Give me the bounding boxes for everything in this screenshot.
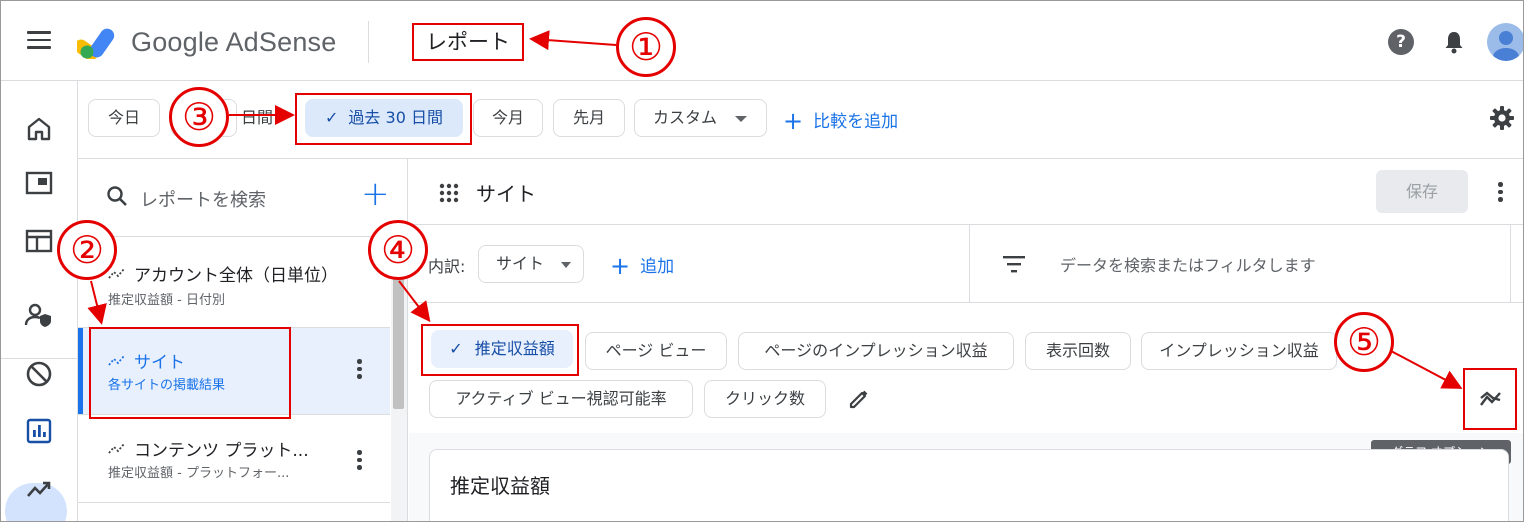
- report-item-subtitle: 推定収益額 - プラットフォー...: [108, 466, 290, 481]
- ads-icon[interactable]: [23, 225, 55, 257]
- date-chip-this-month[interactable]: 今月: [473, 99, 543, 137]
- filter-input[interactable]: データを検索またはフィルタします: [1060, 252, 1316, 276]
- dropdown-caret-icon: [735, 116, 747, 122]
- auto-report-icon: [108, 268, 125, 279]
- add-breakdown-label: 追加: [640, 257, 675, 277]
- breakdown-row: 内訳: サイト + 追加 データを検索またはフィルタします: [409, 225, 1523, 303]
- annotation-marker-5: ⑤: [1334, 312, 1394, 372]
- annotation-marker-1: ①: [616, 17, 676, 77]
- add-comparison-button[interactable]: + 比較を追加: [783, 102, 898, 139]
- report-title: サイト: [476, 182, 536, 206]
- filter-icon: [1003, 256, 1025, 273]
- add-breakdown-button[interactable]: + 追加: [610, 247, 674, 284]
- report-search[interactable]: レポートを検索 +: [78, 159, 408, 237]
- more-vert-icon[interactable]: [357, 450, 363, 473]
- add-comparison-label: 比較を追加: [813, 112, 899, 132]
- metric-chip-impression-rpm[interactable]: インプレッション収益: [1141, 332, 1337, 370]
- annotation-marker-4: ④: [368, 220, 428, 280]
- divider: [969, 225, 970, 303]
- metric-chip-active-view-viewable[interactable]: アクティブ ビュー視認可能率: [429, 380, 693, 418]
- chart-card: 推定収益額: [429, 449, 1509, 521]
- account-avatar[interactable]: [1487, 23, 1523, 61]
- date-chip-last-month[interactable]: 先月: [553, 99, 625, 137]
- chart-options-button[interactable]: [1463, 368, 1517, 430]
- help-icon[interactable]: ?: [1388, 29, 1414, 55]
- report-header: サイト 保存: [409, 159, 1523, 225]
- divider: [1510, 225, 1511, 303]
- breakdown-dropdown-value: サイト: [496, 254, 545, 273]
- breakdown-dropdown[interactable]: サイト: [478, 245, 584, 283]
- more-vert-icon[interactable]: [1498, 182, 1504, 205]
- top-app-bar: Google AdSense レポート ?: [1, 1, 1523, 81]
- dropdown-caret-icon: [561, 262, 571, 268]
- apps-grid-icon: [439, 183, 459, 203]
- report-item-account[interactable]: アカウント全体（日単位） 推定収益額 - 日付別: [78, 237, 390, 328]
- sites-icon[interactable]: [23, 167, 55, 199]
- report-item-title: コンテンツ プラット...: [134, 441, 309, 461]
- date-chip-today[interactable]: 今日: [88, 99, 160, 137]
- annotation-marker-2: ②: [57, 220, 117, 280]
- settings-gear-icon[interactable]: [1489, 105, 1515, 131]
- adsense-reports-window: Google AdSense レポート ? 今日 日間 ✓ 過去 30 日間 今…: [0, 0, 1524, 522]
- date-chip-custom[interactable]: カスタム: [634, 99, 767, 137]
- hamburger-menu-icon[interactable]: [27, 31, 51, 51]
- notifications-bell-icon[interactable]: [1442, 29, 1466, 55]
- report-item-subtitle: 推定収益額 - 日付別: [108, 293, 225, 308]
- reports-icon[interactable]: [23, 415, 55, 447]
- search-icon: [107, 186, 127, 206]
- brand-name: Google AdSense: [131, 27, 337, 57]
- page-title: レポート: [412, 23, 524, 61]
- more-vert-icon[interactable]: [357, 359, 363, 382]
- annotation-box-estimated-earnings: [421, 324, 579, 376]
- date-chip-days[interactable]: 日間: [241, 99, 273, 137]
- annotation-box-sites-report: [89, 327, 291, 419]
- report-item-content-platform[interactable]: コンテンツ プラット... 推定収益額 - プラットフォー...: [78, 415, 390, 503]
- home-icon[interactable]: [23, 113, 55, 145]
- header-divider: [368, 21, 369, 63]
- metric-chip-page-rpm[interactable]: ページのインプレッション収益: [738, 332, 1014, 370]
- create-report-plus-icon[interactable]: +: [361, 174, 390, 214]
- report-item-title: アカウント全体（日単位）: [134, 266, 338, 286]
- report-list-scrollbar-thumb[interactable]: [393, 277, 404, 409]
- privacy-messaging-icon[interactable]: [23, 299, 55, 331]
- active-report-indicator: [78, 328, 83, 414]
- annotation-marker-3: ③: [169, 87, 229, 147]
- user-silhouette-icon: [1493, 31, 1519, 61]
- adsense-logo: [77, 28, 115, 59]
- edit-metrics-pencil-icon[interactable]: [848, 388, 870, 410]
- report-search-placeholder: レポートを検索: [140, 190, 266, 211]
- nav-rail: [1, 81, 78, 521]
- metric-chip-page-views[interactable]: ページ ビュー: [585, 332, 727, 370]
- optimization-trend-icon[interactable]: [23, 473, 55, 505]
- blocking-controls-icon[interactable]: [23, 358, 55, 390]
- auto-report-icon: [108, 443, 125, 454]
- chart-options-icon: [1480, 391, 1501, 406]
- metric-chip-clicks[interactable]: クリック数: [704, 380, 826, 418]
- save-button[interactable]: 保存: [1376, 170, 1468, 213]
- plus-icon: +: [610, 252, 631, 280]
- breakdown-label: 内訳:: [428, 257, 466, 276]
- metric-chip-impressions[interactable]: 表示回数: [1025, 332, 1131, 370]
- date-chip-custom-label: カスタム: [653, 108, 718, 127]
- annotation-box-date-range: [295, 93, 472, 145]
- plus-icon: +: [783, 107, 804, 135]
- chart-card-title: 推定収益額: [450, 474, 550, 498]
